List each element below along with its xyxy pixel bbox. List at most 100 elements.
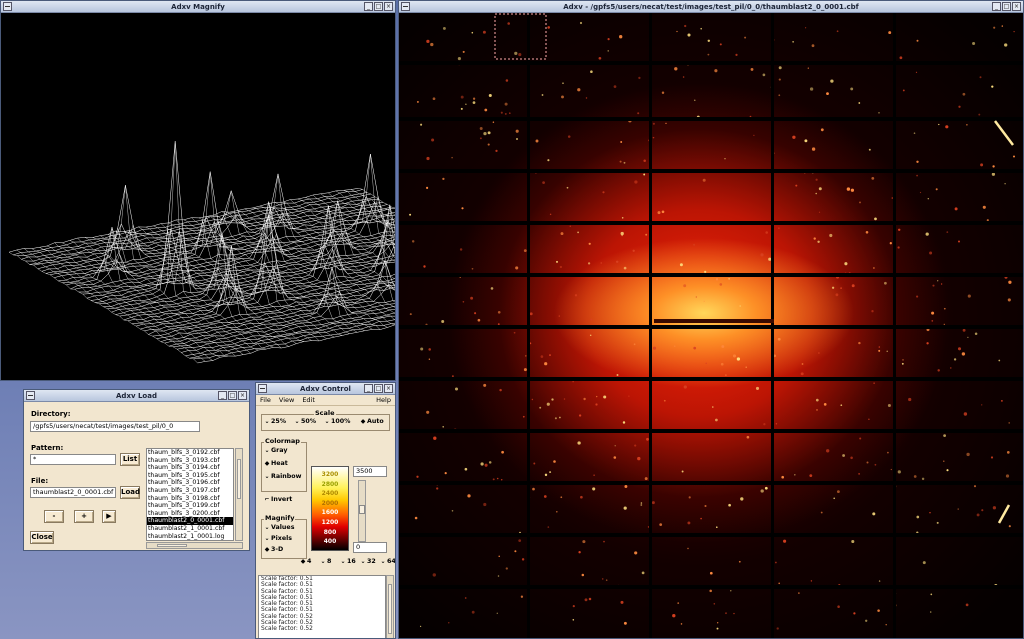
file-list-vscrollbar[interactable] xyxy=(235,448,243,541)
magnify-region-box[interactable] xyxy=(494,13,547,60)
file-list-item[interactable]: thaumblast2_0_0001.cbf xyxy=(147,517,233,525)
min-value-input[interactable]: 0 xyxy=(353,542,387,553)
window-menu-icon[interactable] xyxy=(401,2,410,11)
maximize-icon[interactable]: □ xyxy=(1002,2,1011,11)
file-list-item[interactable]: thaum_blfs_3_0198.cbf xyxy=(147,495,233,503)
magnify-option[interactable]: ⌄ Pixels xyxy=(264,535,292,542)
load-titlebar[interactable]: Adxv Load _ □ × xyxy=(24,390,249,402)
magnify-titlebar[interactable]: Adxv Magnify _ □ × xyxy=(1,1,395,13)
minimize-icon[interactable]: _ xyxy=(218,391,227,400)
radio-unselected-icon: ⌄ xyxy=(324,418,330,425)
scale-option-label: Auto xyxy=(367,418,384,425)
load-button[interactable]: Load xyxy=(120,486,140,499)
magnify-option[interactable]: ⌄ Values xyxy=(264,524,294,531)
colormap-option[interactable]: ◆ Heat xyxy=(264,460,288,467)
maximize-icon[interactable]: □ xyxy=(374,384,383,393)
load-title: Adxv Load xyxy=(116,391,157,400)
file-list-item[interactable]: thaum_blfs_3_0199.cbf xyxy=(147,502,233,510)
image-titlebar[interactable]: Adxv - /gpfs5/users/necat/test/images/te… xyxy=(399,1,1023,13)
magnify-option-label: Pixels xyxy=(271,535,293,542)
radio-selected-icon: ◆ xyxy=(264,460,270,467)
file-input[interactable]: thaumblast2_0_0001.cbf xyxy=(30,487,116,498)
window-menu-icon[interactable] xyxy=(26,391,35,400)
magnify-size-option[interactable]: ⌄ 16 xyxy=(340,558,355,565)
magnify-size-option-label: 4 xyxy=(307,558,312,565)
control-titlebar[interactable]: Adxv Control _ □ × xyxy=(256,383,395,395)
colorbar-label: 800 xyxy=(323,528,337,536)
file-list-item[interactable]: thaumblast2_1_0001.cbf xyxy=(147,525,233,533)
maximize-icon[interactable]: □ xyxy=(374,2,383,11)
directory-label: Directory: xyxy=(31,410,71,418)
minimize-icon[interactable]: _ xyxy=(992,2,1001,11)
menu-view[interactable]: View xyxy=(279,395,294,405)
file-list-item[interactable]: thaumblast2_1_0002.cbf xyxy=(147,540,233,541)
log-line: Scale factor: 0.52 xyxy=(261,626,313,633)
window-menu-icon[interactable] xyxy=(258,384,267,393)
colorbar-label: 2400 xyxy=(321,490,339,498)
scale-title: Scale xyxy=(314,409,336,417)
magnify-3d-plot[interactable] xyxy=(1,13,395,380)
radio-unselected-icon: ⌄ xyxy=(264,473,270,480)
file-list-item[interactable]: thaum_blfs_3_0195.cbf xyxy=(147,472,233,480)
magnify-option[interactable]: ◆ 3-D xyxy=(264,546,284,553)
log-scrollbar[interactable] xyxy=(386,575,394,638)
file-list-item[interactable]: thaum_blfs_3_0200.cbf xyxy=(147,510,233,518)
file-list-item[interactable]: thaum_blfs_3_0196.cbf xyxy=(147,479,233,487)
file-list-item[interactable]: thaum_blfs_3_0193.cbf xyxy=(147,457,233,465)
scale-option-label: 50% xyxy=(301,418,317,425)
close-button[interactable]: Close xyxy=(30,531,54,544)
radio-unselected-icon: ⌄ xyxy=(340,558,346,565)
radio-unselected-icon: ⌄ xyxy=(264,535,270,542)
directory-input[interactable]: /gpfs5/users/necat/test/images/test_pil/… xyxy=(30,421,200,432)
magnify-title: Adxv Magnify xyxy=(171,2,225,11)
window-menu-icon[interactable] xyxy=(3,2,12,11)
close-icon[interactable]: × xyxy=(1012,2,1021,11)
image-title: Adxv - /gpfs5/users/necat/test/images/te… xyxy=(563,2,859,11)
magnify-size-option[interactable]: ◆ 4 xyxy=(300,558,312,565)
close-icon[interactable]: × xyxy=(238,391,247,400)
magnify-size-option-label: 32 xyxy=(367,558,376,565)
scale-option-label: 100% xyxy=(331,418,351,425)
pattern-input[interactable]: * xyxy=(30,454,116,465)
file-list[interactable]: thaum_blfs_3_0192.cbf thaum_blfs_3_0193.c… xyxy=(146,448,234,541)
radio-unselected-icon: ⌄ xyxy=(294,418,300,425)
previous-button[interactable]: - xyxy=(44,510,64,523)
maximize-icon[interactable]: □ xyxy=(228,391,237,400)
magnify-option-label: 3-D xyxy=(271,546,284,553)
close-icon[interactable]: × xyxy=(384,2,393,11)
scale-option[interactable]: ⌄ 50% xyxy=(294,418,316,425)
close-icon[interactable]: × xyxy=(384,384,393,393)
play-button[interactable]: ▶ xyxy=(102,510,116,523)
file-list-item[interactable]: thaum_blfs_3_0192.cbf xyxy=(147,449,233,457)
colormap-option[interactable]: ⌄ Rainbow xyxy=(264,473,301,480)
file-list-hscrollbar[interactable] xyxy=(146,542,243,549)
file-list-item[interactable]: thaum_blfs_3_0197.cbf xyxy=(147,487,233,495)
colorbar-label: 1200 xyxy=(321,519,339,526)
contrast-slider[interactable] xyxy=(358,480,366,542)
next-button[interactable]: + xyxy=(74,510,94,523)
diffraction-image[interactable] xyxy=(399,13,1023,638)
scale-option[interactable]: ⌄ 25% xyxy=(264,418,286,425)
list-button[interactable]: List xyxy=(120,453,140,466)
magnify-size-option[interactable]: ⌄ 32 xyxy=(360,558,376,565)
scale-option[interactable]: ◆ Auto xyxy=(360,418,384,425)
invert-checkbox[interactable]: ⌐ Invert xyxy=(264,496,292,503)
colormap-option[interactable]: ⌄ Gray xyxy=(264,447,287,454)
max-value-input[interactable]: 3500 xyxy=(353,466,387,477)
file-list-item[interactable]: thaumblast2_1_0001.log xyxy=(147,533,233,540)
menu-edit[interactable]: Edit xyxy=(302,395,315,405)
radio-unselected-icon: ⌄ xyxy=(264,524,270,531)
minimize-icon[interactable]: _ xyxy=(364,2,373,11)
magnify-size-option[interactable]: ⌄ 8 xyxy=(320,558,331,565)
magnify-size-option[interactable]: ⌄ 64 xyxy=(380,558,395,565)
magnify-window: Adxv Magnify _ □ × xyxy=(0,0,396,381)
file-list-item[interactable]: thaum_blfs_3_0194.cbf xyxy=(147,464,233,472)
radio-unselected-icon: ⌄ xyxy=(264,447,270,454)
minimize-icon[interactable]: _ xyxy=(364,384,373,393)
menu-help[interactable]: Help xyxy=(376,395,391,405)
scale-option[interactable]: ⌄ 100% xyxy=(324,418,350,425)
colormap-title: Colormap xyxy=(264,437,301,445)
pattern-label: Pattern: xyxy=(31,444,64,452)
menu-file[interactable]: File xyxy=(260,395,271,405)
radio-unselected-icon: ⌄ xyxy=(380,558,386,565)
